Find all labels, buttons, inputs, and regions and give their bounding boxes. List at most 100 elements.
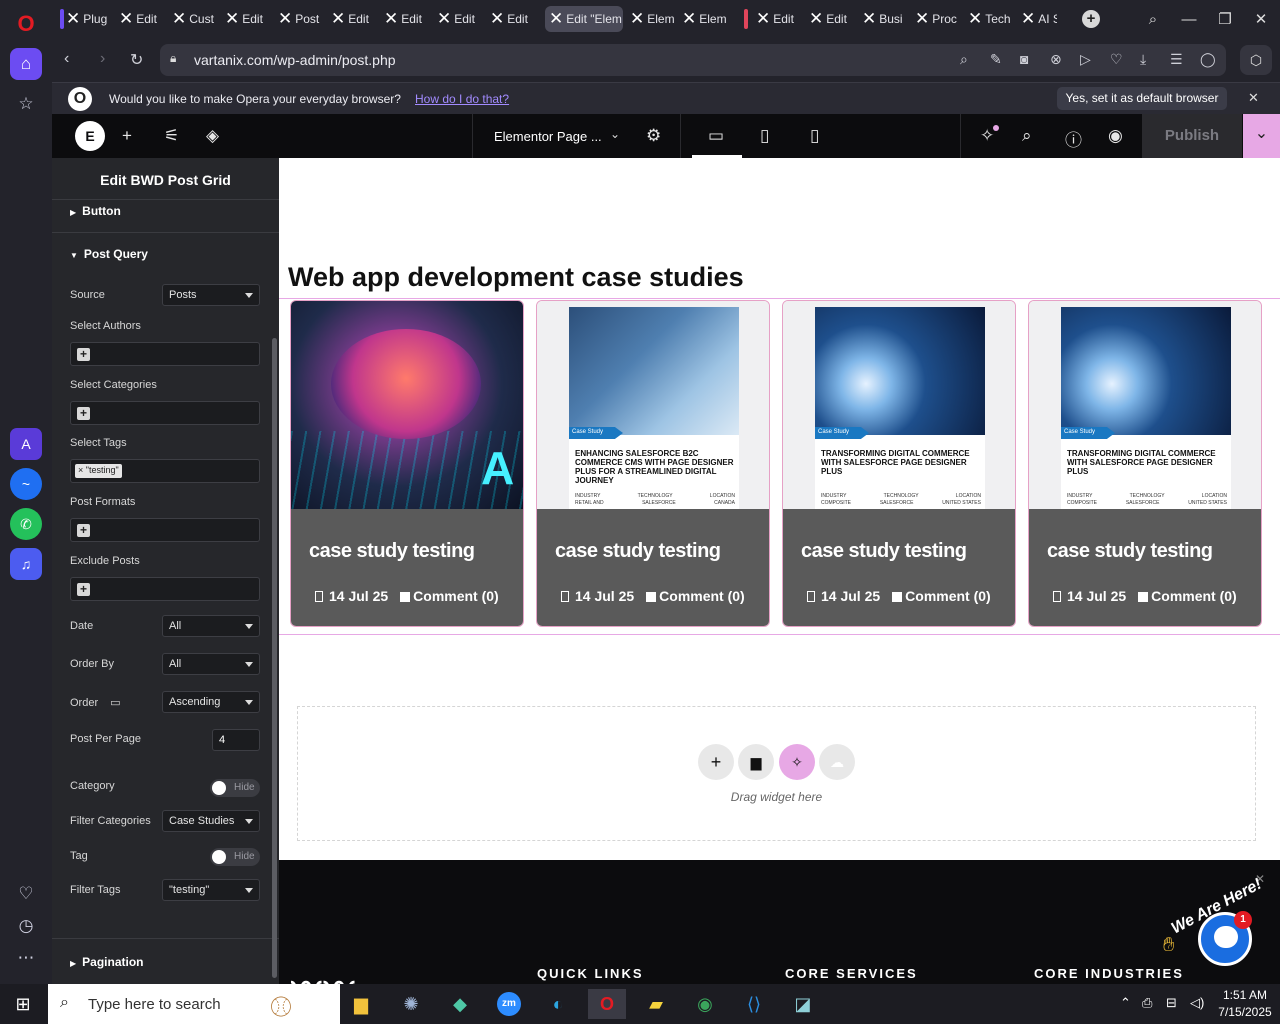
favorite-icon[interactable]: ♡ — [1110, 51, 1123, 68]
perpage-input[interactable]: 4 — [212, 729, 260, 751]
reload-icon[interactable]: ↻ — [130, 50, 143, 70]
forward-icon[interactable]: › — [100, 50, 105, 68]
post-card[interactable]: Acase study testing 14 Jul 25 Comment (0) — [290, 300, 524, 627]
search-tabs-icon[interactable]: ⌕ — [1138, 8, 1168, 30]
browser-tab[interactable]: ✕ Edit — [380, 6, 433, 32]
url-bar[interactable]: 🔒︎ vartanix.com/wp-admin/post.php ⌕ ✎ ◙ … — [160, 44, 1226, 76]
heart-icon[interactable]: ♡ — [10, 878, 42, 910]
post-title[interactable]: case study testing — [1047, 540, 1213, 563]
app-icon[interactable]: ◆ — [441, 989, 479, 1019]
ai-sparkle-icon[interactable]: ✧ — [779, 744, 815, 780]
windows-start-icon[interactable]: ⊞ — [4, 989, 42, 1019]
preview-eye-icon[interactable]: ◉ — [1108, 126, 1123, 146]
close-window-button[interactable]: ✕ — [1246, 8, 1276, 30]
new-tab-button[interactable]: + — [1082, 10, 1100, 28]
extensions-icon[interactable]: ⬡ — [1240, 45, 1272, 75]
post-comments[interactable]: Comment (0) — [413, 588, 499, 604]
post-title[interactable]: case study testing — [801, 540, 967, 563]
edit-icon[interactable]: ✎ — [990, 51, 1002, 68]
taskbar-search[interactable]: ⌕ Type here to search ⚾︎ — [48, 984, 340, 1024]
star-icon[interactable]: ☆ — [10, 88, 42, 120]
post-card[interactable]: Case Study TRANSFORMING DIGITAL COMMERCE … — [1028, 300, 1262, 627]
section-post-query[interactable]: ▼ Post Query — [70, 247, 148, 261]
infobar-link[interactable]: How do I do that? — [415, 92, 509, 106]
more-icon[interactable]: ⋯ — [10, 942, 42, 974]
date-select[interactable]: All — [162, 615, 260, 637]
browser-tab[interactable]: ✕ Busi — [858, 6, 911, 32]
sticky-notes-icon[interactable]: ▰ — [637, 989, 675, 1019]
responsive-desktop-icon[interactable]: ▭ — [110, 697, 120, 709]
download-icon[interactable]: ⤓ — [1140, 51, 1146, 68]
tablet-view-icon[interactable]: ▯ — [760, 126, 769, 146]
section-heading[interactable]: Web app development case studies — [288, 262, 744, 293]
browser-tab[interactable]: ✕ Proc — [911, 6, 964, 32]
tray-network-icon[interactable]: ⎙ — [1142, 995, 1152, 1011]
post-thumbnail[interactable]: Case Study ENHANCING SALESFORCE B2C COMME… — [537, 301, 769, 509]
close-infobar-icon[interactable]: ✕ — [1248, 90, 1259, 106]
add-section-button[interactable]: + — [698, 744, 734, 780]
post-comments[interactable]: Comment (0) — [905, 588, 991, 604]
post-card[interactable]: Case Study ENHANCING SALESFORCE B2C COMME… — [536, 300, 770, 627]
post-title[interactable]: case study testing — [309, 540, 475, 563]
browser-tab[interactable]: ✕ Edit — [752, 6, 805, 32]
page-settings-icon[interactable]: ⚙ — [646, 126, 661, 146]
zoom-icon[interactable]: ⌕ — [960, 51, 968, 68]
file-explorer-icon[interactable]: ▆ — [342, 989, 380, 1019]
notifications-icon[interactable]: ✧ — [980, 126, 994, 146]
adblock-icon[interactable]: ⊗ — [1050, 51, 1062, 68]
home-icon[interactable]: ⌂ — [10, 48, 42, 80]
order-select[interactable]: Ascending — [162, 691, 260, 713]
easy-setup-icon[interactable]: ☰ — [1170, 51, 1183, 68]
edge-icon[interactable]: ◐ — [539, 989, 577, 1019]
opera-taskbar-icon[interactable]: O — [588, 989, 626, 1019]
history-icon[interactable]: ◷ — [10, 910, 42, 942]
browser-tab[interactable]: ✕ Edit — [805, 6, 858, 32]
chevron-down-icon[interactable]: ⌄ — [610, 127, 620, 141]
filtertags-select[interactable]: "testing" — [162, 879, 260, 901]
section-button[interactable]: ▶ Button — [70, 204, 121, 218]
camera-icon[interactable]: ◙ — [1020, 51, 1028, 67]
desktop-view-icon[interactable]: ▭ — [708, 126, 724, 146]
post-title[interactable]: case study testing — [555, 540, 721, 563]
tray-volume-icon[interactable]: ◁) — [1190, 995, 1204, 1011]
url-text[interactable]: vartanix.com/wp-admin/post.php — [194, 52, 396, 68]
page-title-dropdown[interactable]: Elementor Page ... — [494, 129, 602, 144]
post-card[interactable]: Case Study TRANSFORMING DIGITAL COMMERCE … — [782, 300, 1016, 627]
add-element-icon[interactable]: + — [122, 126, 132, 146]
exclude-select[interactable]: + — [70, 577, 260, 601]
whatsapp-icon[interactable]: ✆ — [10, 508, 42, 540]
minimize-button[interactable]: — — [1174, 8, 1204, 30]
opera-logo-icon[interactable]: O — [10, 8, 42, 40]
kit-icon[interactable]: ☁ — [819, 744, 855, 780]
browser-tab[interactable]: ✕ Post — [274, 6, 327, 32]
set-default-button[interactable]: Yes, set it as default browser — [1057, 87, 1227, 110]
browser-tab[interactable]: ✕ AI S — [1017, 6, 1057, 32]
search-icon[interactable]: ⌕ — [1022, 126, 1032, 146]
filtercat-select[interactable]: Case Studies — [162, 810, 260, 832]
browser-tab[interactable]: ✕ Edit — [486, 6, 539, 32]
tag-chip[interactable]: × "testing" — [75, 464, 122, 478]
clock-time[interactable]: 1:51 AM — [1214, 988, 1276, 1002]
panel-scrollbar[interactable] — [272, 338, 277, 978]
drop-zone[interactable] — [297, 706, 1256, 841]
browser-tab[interactable]: ✕ Elem — [626, 6, 676, 32]
messenger-icon[interactable]: ~ — [10, 468, 42, 500]
category-toggle[interactable]: Hide — [210, 779, 260, 797]
chrome-icon[interactable]: ◉ — [686, 989, 724, 1019]
browser-tab[interactable]: ✕ Tech — [964, 6, 1017, 32]
browser-tab[interactable]: ✕ Edit — [221, 6, 274, 32]
browser-tab[interactable]: ✕ Plug — [62, 6, 118, 32]
app-icon[interactable]: ◪ — [784, 989, 822, 1019]
flow-icon[interactable]: ▷ — [1080, 51, 1091, 68]
post-thumbnail[interactable]: Case Study TRANSFORMING DIGITAL COMMERCE … — [1029, 301, 1261, 509]
settings-sliders-icon[interactable]: ⚟ — [164, 126, 179, 146]
categories-select[interactable]: + — [70, 401, 260, 425]
orderby-select[interactable]: All — [162, 653, 260, 675]
publish-options-button[interactable]: ⌄ — [1243, 114, 1280, 158]
browser-tab[interactable]: ✕ Edit "Elem — [545, 6, 623, 32]
help-icon[interactable]: ⓘ — [1065, 126, 1082, 151]
post-thumbnail[interactable]: A — [291, 301, 523, 509]
browser-tab[interactable]: ✕ Edit — [115, 6, 168, 32]
tray-wifi-icon[interactable]: ⊟ — [1166, 995, 1177, 1011]
browser-tab[interactable]: ✕ Edit — [433, 6, 486, 32]
